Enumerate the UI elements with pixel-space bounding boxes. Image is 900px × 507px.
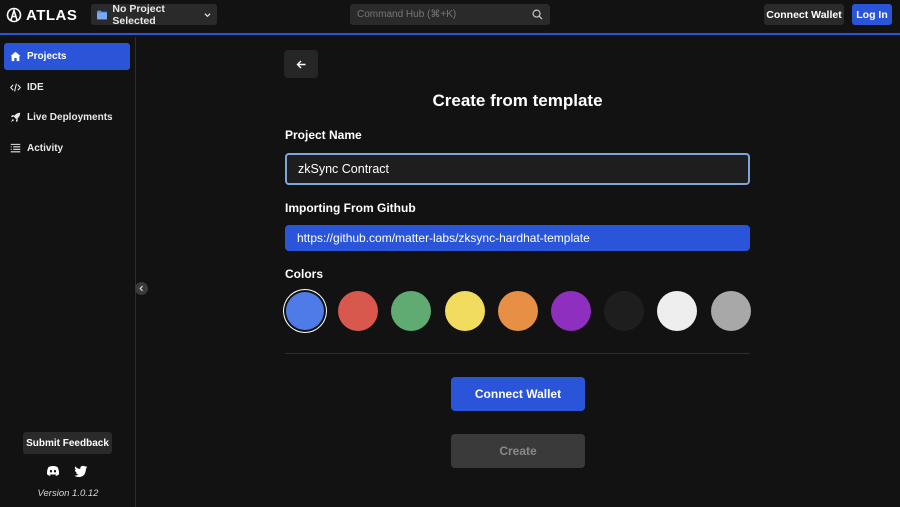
rocket-icon — [10, 112, 21, 123]
chevron-left-icon — [139, 285, 143, 292]
github-label: Importing From Github — [285, 201, 416, 215]
sidebar-item-label: Activity — [27, 143, 64, 154]
arrow-left-icon — [296, 60, 305, 68]
command-hub-input[interactable] — [357, 9, 532, 20]
color-swatch[interactable] — [391, 291, 432, 331]
chevron-down-icon — [204, 12, 211, 17]
home-icon — [10, 51, 21, 62]
project-selector-label: No Project Selected — [112, 2, 165, 27]
sidebar-item-label: Live Deployments — [27, 112, 113, 123]
command-hub[interactable] — [350, 4, 550, 25]
color-swatch[interactable] — [338, 291, 379, 331]
connect-wallet-button[interactable]: Connect Wallet — [764, 4, 844, 25]
create-button[interactable]: Create — [451, 434, 585, 468]
back-button[interactable] — [284, 50, 318, 78]
color-swatch[interactable] — [286, 292, 324, 330]
sidebar-item-projects[interactable]: Projects — [4, 43, 130, 70]
project-name-input[interactable] — [285, 153, 750, 185]
divider — [285, 353, 750, 354]
discord-icon[interactable] — [46, 464, 60, 478]
version-label: Version 1.0.12 — [37, 488, 99, 499]
atlas-logo[interactable]: ATLAS — [6, 6, 77, 24]
github-url-input[interactable] — [285, 225, 750, 251]
project-name-label: Project Name — [285, 128, 362, 142]
color-swatch[interactable] — [497, 291, 538, 331]
twitter-icon[interactable] — [74, 464, 88, 478]
sidebar-item-label: IDE — [27, 82, 44, 93]
color-swatch[interactable] — [710, 291, 751, 331]
atlas-logo-icon — [6, 7, 22, 23]
color-swatch[interactable] — [657, 291, 698, 331]
top-bar: ATLAS No Project Selected Connect Wallet… — [0, 0, 900, 35]
list-icon — [10, 143, 21, 153]
color-swatch[interactable] — [444, 291, 485, 331]
sidebar-item-ide[interactable]: IDE — [4, 74, 130, 101]
sidebar: Projects IDE Live Deployments Activity S… — [0, 37, 136, 507]
code-icon — [10, 83, 21, 92]
submit-feedback-button[interactable]: Submit Feedback — [23, 432, 112, 454]
sidebar-collapse-button[interactable] — [135, 282, 148, 295]
connect-wallet-main-button[interactable]: Connect Wallet — [451, 377, 585, 411]
sidebar-item-label: Projects — [27, 51, 67, 62]
sidebar-item-activity[interactable]: Activity — [4, 135, 130, 162]
color-swatch[interactable] — [551, 291, 591, 331]
folder-icon — [97, 10, 108, 19]
search-icon[interactable] — [532, 9, 543, 20]
colors-label: Colors — [285, 267, 324, 281]
logo-text: ATLAS — [26, 6, 78, 24]
project-selector[interactable]: No Project Selected — [91, 2, 217, 27]
sidebar-item-live-deployments[interactable]: Live Deployments — [4, 104, 130, 131]
color-swatch[interactable] — [604, 291, 645, 331]
login-button[interactable]: Log In — [852, 4, 892, 25]
page-title: Create from template — [432, 91, 603, 110]
